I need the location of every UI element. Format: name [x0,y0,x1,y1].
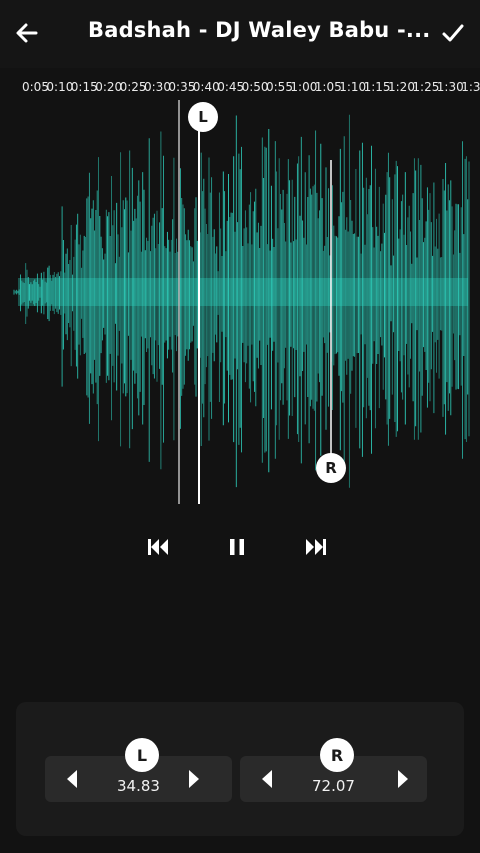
time-tick: 0:15 [70,80,98,94]
time-tick: 1:05 [314,80,342,94]
waveform[interactable] [0,100,480,510]
page-title: Badshah - DJ Waley Babu -... [88,18,431,42]
waveform-core [18,278,468,306]
time-tick: 1:30 [436,80,464,94]
time-tick: 0:45 [217,80,245,94]
time-tick: 0:20 [95,80,123,94]
right-increase-button[interactable] [390,766,416,792]
time-tick: 0:05 [22,80,49,94]
time-tick: 1:3 [461,80,480,94]
left-increase-button[interactable] [181,766,207,792]
time-tick: 0:40 [192,80,220,94]
time-ruler: 0:05 0:10 0:15 0:20 0:25 0:30 0:35 0:40 0:45 0:50… [0,80,480,100]
time-tick: 1:15 [363,80,391,94]
skip-next-icon [306,539,326,555]
back-button[interactable] [10,16,44,50]
top-app-bar: Badshah - DJ Waley Babu -... [0,0,480,68]
caret-right-icon [189,770,199,788]
left-trim-badge: L [125,738,159,772]
playback-controls [0,530,480,564]
time-tick: 0:25 [119,80,147,94]
confirm-button[interactable] [436,16,470,50]
left-trim-handle[interactable]: L [188,102,218,132]
time-tick: 0:50 [241,80,269,94]
pause-icon [230,539,244,555]
pause-button[interactable] [220,530,254,564]
time-tick: 0:10 [46,80,74,94]
trim-controls-panel: 34.83 L 72.07 R [16,702,464,836]
time-tick: 1:10 [339,80,367,94]
waveform-area[interactable]: L R [0,100,480,510]
time-tick: 1:25 [412,80,440,94]
time-tick: 1:20 [388,80,415,94]
time-tick: 0:35 [168,80,196,94]
time-tick: 1:00 [290,80,318,94]
next-button[interactable] [299,530,333,564]
previous-button[interactable] [141,530,175,564]
caret-right-icon [398,770,408,788]
arrow-left-icon [16,23,38,43]
right-trim-badge: R [320,738,354,772]
audio-trimmer-screen: Badshah - DJ Waley Babu -... 0:05 0:10 0:1… [0,0,480,853]
check-icon [442,24,464,42]
skip-previous-icon [148,539,168,555]
right-trim-handle[interactable]: R [316,453,346,483]
time-tick: 0:30 [144,80,171,94]
time-tick: 0:55 [266,80,293,94]
